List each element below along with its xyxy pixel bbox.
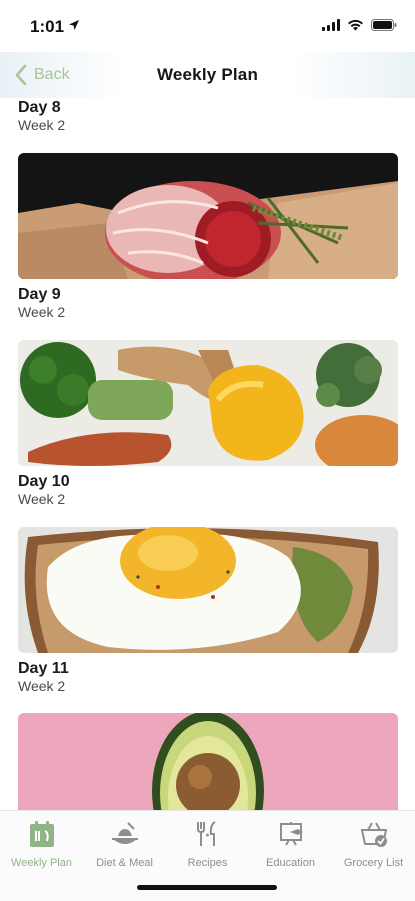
day-9-image-card[interactable] <box>18 340 398 466</box>
tab-diet-meal[interactable]: Diet & Meal <box>83 819 166 879</box>
meal-icon <box>111 822 138 844</box>
tab-label: Recipes <box>187 857 228 869</box>
calendar-icon <box>29 821 54 847</box>
basket-icon <box>360 822 387 847</box>
beef-roast-image <box>18 153 398 279</box>
vegetables-image <box>18 340 398 466</box>
day-title: Day 11 <box>18 660 69 677</box>
navigation-bar: Back Weekly Plan <box>0 52 415 98</box>
tab-education[interactable]: Education <box>249 819 332 879</box>
home-indicator[interactable] <box>137 885 277 890</box>
battery-icon <box>371 19 397 31</box>
day-week: Week 2 <box>18 117 66 133</box>
weekly-plan-list[interactable]: Day 8 Week 2 Day 9 Week 2 Day 10 Week 2 … <box>0 98 415 810</box>
tab-recipes[interactable]: Recipes <box>166 819 249 879</box>
day-10-image-card[interactable] <box>18 527 398 653</box>
day-week: Week 2 <box>18 304 66 320</box>
day-week: Week 2 <box>18 491 66 507</box>
tab-label: Diet & Meal <box>96 857 153 869</box>
tab-label: Weekly Plan <box>11 857 72 869</box>
day-title: Day 10 <box>18 473 70 490</box>
day-header: Day 10 Week 2 <box>18 472 70 508</box>
education-icon <box>279 822 303 846</box>
day-8-image-card[interactable] <box>18 153 398 279</box>
wifi-icon <box>348 19 363 31</box>
day-header: Day 9 Week 2 <box>18 285 65 321</box>
day-header: Day 8 Week 2 <box>18 98 65 134</box>
avocado-image <box>18 713 398 810</box>
day-header: Day 11 Week 2 <box>18 659 69 695</box>
egg-toast-image <box>18 527 398 653</box>
day-title: Day 9 <box>18 286 61 303</box>
day-week: Week 2 <box>18 678 66 694</box>
location-arrow-icon <box>69 20 79 30</box>
day-11-image-card[interactable] <box>18 713 398 810</box>
signal-icon <box>322 19 340 31</box>
status-time: 1:01 <box>30 17 65 36</box>
status-indicators <box>322 19 397 31</box>
tab-grocery-list[interactable]: Grocery List <box>332 819 415 879</box>
status-bar: 1:01 <box>0 0 415 52</box>
tab-label: Grocery List <box>343 857 404 869</box>
utensils-icon <box>196 821 216 846</box>
tab-label: Education <box>266 857 315 869</box>
page-title: Weekly Plan <box>156 65 259 84</box>
day-title: Day 8 <box>18 99 61 116</box>
tab-weekly-plan[interactable]: Weekly Plan <box>0 819 83 879</box>
